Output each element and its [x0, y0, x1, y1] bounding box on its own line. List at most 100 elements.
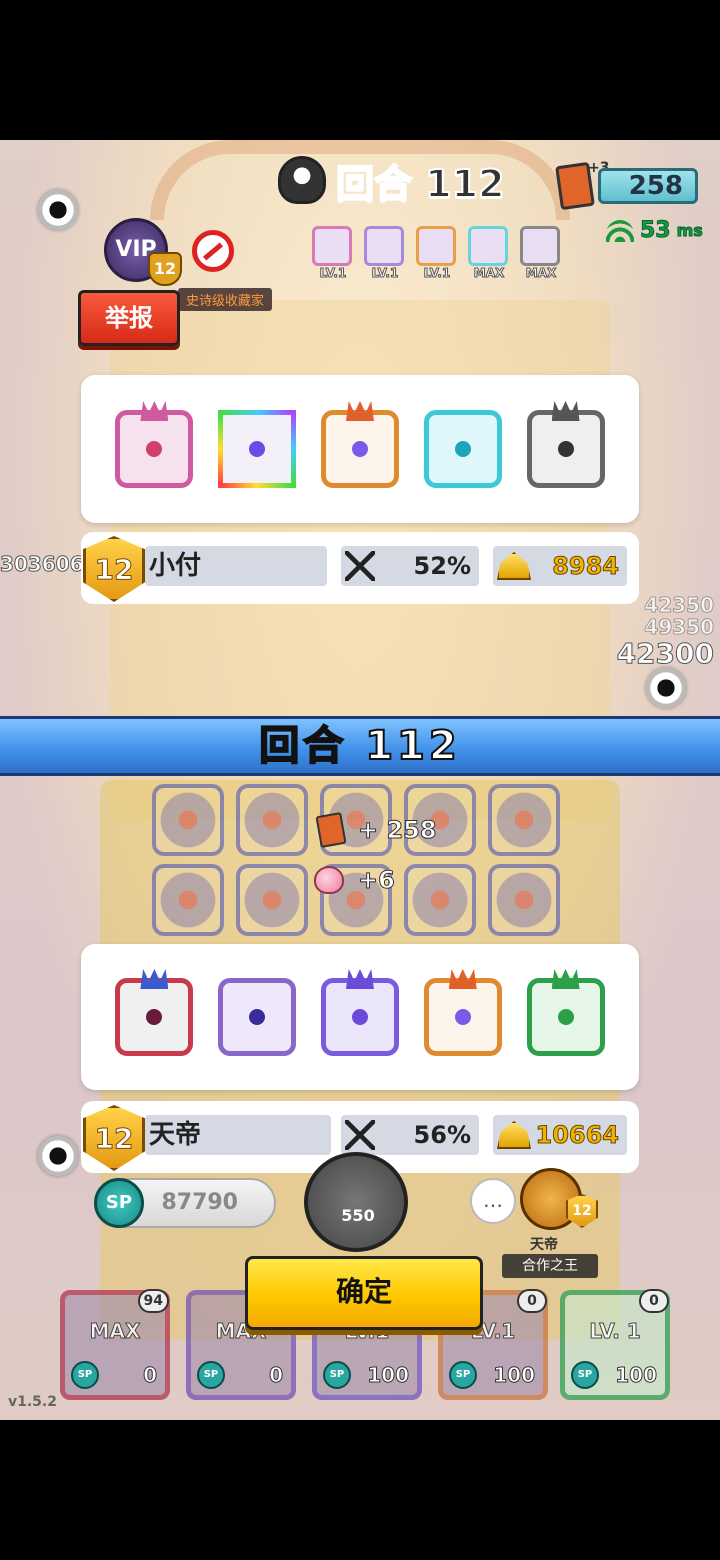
dice-saw-icon[interactable] — [115, 969, 194, 1056]
sp-mini-icon: SP — [571, 1361, 599, 1389]
crossed-swords-icon — [345, 551, 375, 581]
board-dice-slot[interactable] — [488, 784, 560, 856]
dice-ice-icon[interactable] — [423, 410, 502, 488]
crown-icon — [140, 401, 169, 421]
power-up-cost: 100 — [367, 1363, 410, 1388]
dice-rainbow-icon[interactable] — [218, 410, 297, 488]
mini-skill-icon — [416, 226, 456, 266]
board-dice-slot[interactable] — [404, 864, 476, 936]
summon-cost: 550 — [341, 1206, 375, 1225]
mini-skill-level: MAX — [473, 266, 505, 281]
crossed-swords-icon — [345, 1120, 375, 1150]
dice-arrow-icon[interactable] — [320, 969, 399, 1056]
power-up-cost: 0 — [143, 1363, 158, 1388]
peach-reward-value: +6 — [358, 866, 396, 895]
dice-wind-icon[interactable] — [526, 969, 605, 1056]
peach-icon — [314, 866, 344, 894]
vip-level-badge: 12 — [148, 252, 182, 286]
board-dice-slot[interactable] — [152, 864, 224, 936]
board-dice-slot[interactable] — [152, 784, 224, 856]
mini-skill-level: MAX — [525, 266, 557, 281]
damage-numbers: 42350 49350 42300 — [616, 594, 715, 671]
damage-number: 49350 — [644, 615, 715, 639]
dice-infinity-icon[interactable] — [320, 401, 399, 488]
mini-skill-icon — [468, 226, 508, 266]
chat-button[interactable]: … — [470, 1178, 516, 1224]
rank-badge: 12 — [83, 536, 145, 602]
helmet-icon — [278, 156, 326, 204]
mini-skill-level: LV.1 — [371, 266, 399, 281]
sp-value: 87790 — [161, 1190, 238, 1215]
path-node-icon — [38, 1136, 78, 1176]
sp-mini-icon: SP — [449, 1361, 477, 1389]
report-button[interactable]: 举报 — [78, 290, 180, 346]
trophy-count: 10664 — [493, 1115, 627, 1155]
deck-slot-1[interactable]: 94 MAX SP 0 — [60, 1289, 170, 1400]
path-node-icon — [646, 668, 686, 708]
peach-reward: +6 — [314, 866, 396, 895]
player-name: 小付 — [145, 546, 327, 586]
power-up-cost: 0 — [269, 1363, 284, 1388]
collector-title: 史诗级收藏家 — [178, 288, 273, 311]
board-dice-slot[interactable] — [236, 864, 308, 936]
opponent-score: 303606 — [0, 552, 84, 577]
card-icon — [315, 811, 347, 849]
mini-skill-level: LV.1 — [423, 266, 451, 281]
dice-sword-icon[interactable] — [115, 401, 194, 488]
trophy-value: 10664 — [535, 1121, 619, 1150]
trophy-count: 8984 — [493, 546, 627, 586]
block-icon[interactable] — [192, 230, 234, 272]
crown-icon — [345, 969, 374, 989]
opponent-info-bar: 12 小付 52% 8984 — [81, 532, 639, 604]
card-reward-value: + 258 — [358, 816, 438, 845]
board-dice-slot[interactable] — [236, 784, 308, 856]
mini-skill-icon — [312, 226, 352, 266]
round-indicator: 回合 112 — [278, 155, 506, 207]
crown-icon — [551, 969, 580, 989]
network-ping: 53 ms — [606, 218, 703, 244]
mini-skill-level: LV.1 — [319, 266, 347, 281]
rank-badge: 12 — [83, 1105, 145, 1171]
mini-skill: MAX — [468, 226, 510, 281]
crown-icon — [448, 969, 477, 989]
round-banner: 回合 112 — [0, 716, 720, 776]
round-label: 回合 112 — [335, 161, 506, 207]
mini-skill: LV.1 — [364, 226, 406, 281]
mini-skill-icon — [520, 226, 560, 266]
card-reward: + 258 — [315, 811, 438, 849]
summon-dice-button[interactable] — [304, 1152, 408, 1252]
opponent-deck-levels: LV.1 LV.1 LV.1 MAX MAX — [312, 226, 562, 281]
gold-trophy-icon — [497, 552, 531, 580]
card-counter: +3 258 — [555, 160, 698, 211]
dice-infinity-icon[interactable] — [423, 969, 502, 1056]
win-rate: 56% — [341, 1115, 479, 1155]
deck-slot-5[interactable]: 0 LV. 1 SP 100 — [560, 1289, 670, 1400]
dice-vortex-icon[interactable] — [526, 401, 605, 488]
mini-skill: MAX — [520, 226, 562, 281]
crown-icon — [140, 969, 169, 989]
confirm-button[interactable]: 确定 — [245, 1256, 483, 1330]
win-rate: 52% — [341, 546, 479, 586]
gold-trophy-icon — [497, 1121, 531, 1149]
win-rate-value: 56% — [413, 1121, 471, 1149]
dice-count-badge: 0 — [517, 1289, 547, 1313]
coop-player-name: 天帝 — [530, 1237, 558, 1253]
deck-slot-level: LV. 1 — [589, 1319, 641, 1344]
power-up-cost: 100 — [493, 1363, 536, 1388]
sp-coin-icon: SP — [94, 1178, 144, 1228]
board-dice-slot[interactable] — [488, 864, 560, 936]
player-deck-panel — [81, 944, 639, 1090]
dice-count-badge: 0 — [639, 1289, 669, 1313]
coop-title: 合作之王 — [502, 1254, 598, 1278]
ping-unit: ms — [676, 221, 703, 241]
dice-count-badge: 94 — [137, 1289, 169, 1313]
mini-skill: LV.1 — [416, 226, 458, 281]
path-node-icon — [38, 190, 78, 230]
sp-mini-icon: SP — [71, 1361, 99, 1389]
sp-mini-icon: SP — [323, 1361, 351, 1389]
version-label: v1.5.2 — [8, 1394, 57, 1410]
mini-skill: LV.1 — [312, 226, 354, 281]
crown-icon — [345, 401, 374, 421]
mini-skill-icon — [364, 226, 404, 266]
dice-lightning-icon[interactable] — [218, 978, 297, 1056]
